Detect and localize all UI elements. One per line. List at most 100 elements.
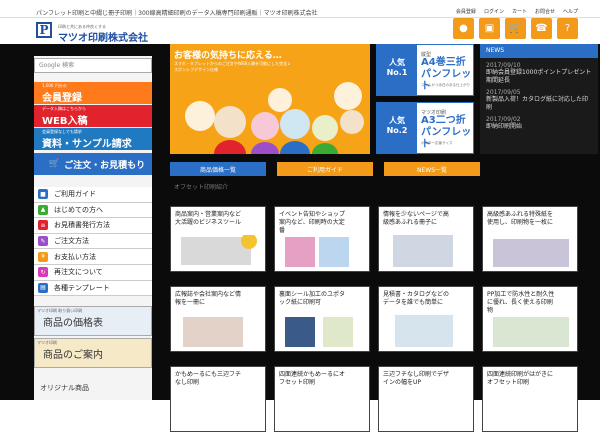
product-card-image — [493, 317, 569, 347]
promo-title-sub: パンフレット — [421, 127, 472, 150]
product-card[interactable]: イベント告知やショップ案内など、印刷時の大定番 — [274, 206, 370, 272]
promo-title-sub: パンフレット — [421, 69, 472, 92]
product-card-image — [285, 317, 353, 347]
book-icon: ■ — [38, 189, 48, 200]
promo-title-main: A3二つ折 — [421, 115, 466, 126]
news-date: 2017/09/02 — [486, 116, 521, 123]
news-item[interactable]: 即納印刷開始 — [480, 123, 592, 131]
template-icon: ▤ — [38, 282, 48, 293]
web-upload-banner-label: WEB入稿 — [42, 115, 88, 127]
sidebar-item-guide[interactable]: ■ ご利用ガイド — [34, 187, 152, 203]
utility-link-cart[interactable]: カート — [512, 8, 527, 15]
order-estimate-banner[interactable]: 🛒 ご注文・お見積もり — [34, 153, 152, 175]
product-card-text: 広報誌や会社案内など情報を一冊に — [175, 291, 242, 306]
sidebar-item-label: 各種テンプレート — [54, 283, 110, 292]
product-card[interactable]: 高級感あふれる特殊紙を使用し、印刷物を一枚に — [482, 206, 578, 272]
product-card[interactable]: 三辺フチなし印刷でデザインの幅をUP — [378, 366, 474, 432]
promo-badge-rank: No.2 — [386, 126, 408, 135]
price-list-tile-small: マツオ印刷 取り扱い印刷 — [37, 308, 83, 313]
product-card[interactable]: 四面連続印刷がはがきにオフセット印刷 — [482, 366, 578, 432]
cart-icon[interactable]: 🛒 — [505, 18, 526, 39]
utility-link-register[interactable]: 会員登録 — [456, 8, 476, 15]
pencil-icon: ✎ — [38, 236, 48, 247]
hero-text: スマホ・タブレットからのご注文やWEB入稿を可能にした完全レスポンシブデザイン仕… — [174, 61, 292, 72]
utility-link-help[interactable]: ヘルプ — [563, 8, 578, 15]
sidebar-nav: ■ ご利用ガイド ▲ はじめての方へ ≡ お見積書発行方法 ✎ ご注文方法 ¥ お支払い方… — [34, 187, 152, 297]
promo-badge: 人気 No.1 — [377, 45, 417, 95]
product-card[interactable]: 裏面シール加工のユポタック紙に印刷可 — [274, 286, 370, 352]
sidebar-item-estimate[interactable]: ≡ お見積書発行方法 — [34, 218, 152, 234]
promo-desc: ポスター定番サイズ — [421, 141, 453, 145]
tab-guide[interactable]: ご利用ガイド — [277, 162, 373, 176]
coin-icon: ¥ — [38, 251, 48, 262]
register-banner-label: 会員登録 — [42, 92, 82, 104]
section-title: オフセット印刷紹介 — [174, 184, 229, 191]
product-card-image — [183, 317, 243, 347]
utility-link-login[interactable]: ログイン — [484, 8, 504, 15]
promo-badge-top: 人気 — [389, 116, 405, 125]
leaf-icon: ▲ — [38, 204, 48, 215]
product-card[interactable]: 広報誌や会社案内など情報を一冊に — [170, 286, 266, 352]
news-date: 2017/09/05 — [486, 89, 521, 96]
product-card[interactable]: 見積書・カタログなどのデータを誰でも簡単に — [378, 286, 474, 352]
product-card[interactable]: 情報を少ないページで高級感あふれる冊子に — [378, 206, 474, 272]
product-card[interactable]: PP加工で防水性と耐久性に優れ、長く使える印刷物 — [482, 286, 578, 352]
sidebar-item-beginners[interactable]: ▲ はじめての方へ — [34, 202, 152, 219]
web-upload-banner[interactable]: データ入稿はこちらから WEB入稿 — [34, 105, 152, 127]
news-item[interactable]: 即納会員登録1000ポイントプレゼント期間延長 — [480, 69, 592, 85]
product-guide-tile-label: 商品のご案内 — [43, 349, 103, 361]
product-card-image — [181, 235, 257, 265]
tab-price-list[interactable]: 商品価格一覧 — [170, 162, 266, 176]
sidebar-item-reorder[interactable]: ↻ 再注文について — [34, 264, 152, 281]
sidebar-item-label: ご利用ガイド — [54, 190, 96, 199]
product-card-text: 三辺フチなし印刷でデザインの幅をUP — [383, 371, 450, 386]
login-icon[interactable]: ▣ — [479, 18, 500, 39]
price-list-tile[interactable]: マツオ印刷 取り扱い印刷 商品の価格表 — [34, 306, 152, 336]
utility-link-contact[interactable]: お問合せ — [535, 8, 555, 15]
sidebar-item-label: ご注文方法 — [54, 237, 89, 246]
section-tabs: 商品価格一覧 ご利用ガイド NEWS一覧 — [170, 162, 480, 176]
logo-text: マツオ印刷株式会社 — [58, 33, 148, 44]
sidebar-item-payment[interactable]: ¥ お支払い方法 — [34, 249, 152, 265]
product-card-image — [285, 237, 349, 267]
sidebar-item-order[interactable]: ✎ ご注文方法 — [34, 233, 152, 250]
promo-a4-banner[interactable]: 人気 No.1 縦型 A4巻三折 パンフレット スリムかつ余白のある仕上がり — [376, 44, 474, 96]
register-banner[interactable]: 1,000 円分の 会員登録 — [34, 82, 152, 104]
product-card-image — [393, 235, 453, 267]
site-tagline: パンフレット印刷と中綴じ冊子印刷｜300線高精細印刷のデータ入稿専門印刷通販｜マ… — [36, 10, 318, 17]
top-bar: パンフレット印刷と中綴じ冊子印刷｜300線高精細印刷のデータ入稿専門印刷通販｜マ… — [0, 0, 600, 18]
sidebar-item-label: 再注文について — [54, 268, 103, 277]
tab-news[interactable]: NEWS一覧 — [384, 162, 480, 176]
sidebar-item-label: お支払い方法 — [54, 252, 96, 261]
hero-banner[interactable]: お客様の気持ちに応える… スマホ・タブレットからのご注文やWEB入稿を可能にした… — [170, 44, 370, 154]
product-guide-tile-small: マツオ印刷 — [37, 340, 57, 345]
product-card-text: 高級感あふれる特殊紙を使用し、印刷物を一枚に — [487, 211, 554, 226]
sample-request-banner[interactable]: 会員登録なしでも請求 資料・サンプル請求 — [34, 128, 152, 150]
product-card-text: イベント告知やショップ案内など、印刷時の大定番 — [279, 211, 346, 234]
promo-a3-banner[interactable]: 人気 No.2 マツオ印刷 A3二つ折 パンフレット ポスター定番サイズ — [376, 102, 474, 154]
news-panel: NEWS 2017/09/10 即納会員登録1000ポイントプレゼント期間延長 … — [480, 44, 598, 154]
utility-links: 会員登録 ログイン カート お問合せ ヘルプ — [456, 8, 578, 15]
sidebar-item-templates[interactable]: ▤ 各種テンプレート — [34, 280, 152, 297]
news-heading: NEWS — [480, 44, 598, 58]
hero-title: お客様の気持ちに応える… — [174, 51, 282, 61]
product-guide-tile[interactable]: マツオ印刷 商品のご案内 — [34, 338, 152, 368]
promo-badge-top: 人気 — [389, 58, 405, 67]
phone-icon[interactable]: ☎ — [531, 18, 552, 39]
logo-mark: P — [36, 22, 52, 38]
header-icon-bar: ● ▣ 🛒 ☎ ? — [453, 18, 578, 39]
user-icon[interactable]: ● — [453, 18, 474, 39]
news-item[interactable]: 新製品入荷！カタログ紙に対応した印刷 — [480, 96, 592, 112]
product-card[interactable]: かもめーるにも三辺フチなし印刷 — [170, 366, 266, 432]
sample-request-banner-label: 資料・サンプル請求 — [42, 138, 132, 150]
product-card-text: 見積書・カタログなどのデータを誰でも簡単に — [383, 291, 450, 306]
search-input[interactable]: Google 検索 — [34, 58, 152, 73]
product-card-text: PP加工で防水性と耐久性に優れ、長く使える印刷物 — [487, 291, 555, 314]
product-card[interactable]: 商品案内・営業案内など大活躍のビジネスツール — [170, 206, 266, 272]
promo-badge-rank: No.1 — [386, 68, 408, 77]
help-icon[interactable]: ? — [557, 18, 578, 39]
product-card[interactable]: 四面連続かもめーるにオフセット印刷 — [274, 366, 370, 432]
product-card-text: 商品案内・営業案内など大活躍のビジネスツール — [175, 211, 242, 226]
site-logo[interactable]: P 印刷と共にある仲良くする マツオ印刷株式会社 — [36, 20, 156, 44]
cart-icon: 🛒 — [48, 159, 61, 169]
